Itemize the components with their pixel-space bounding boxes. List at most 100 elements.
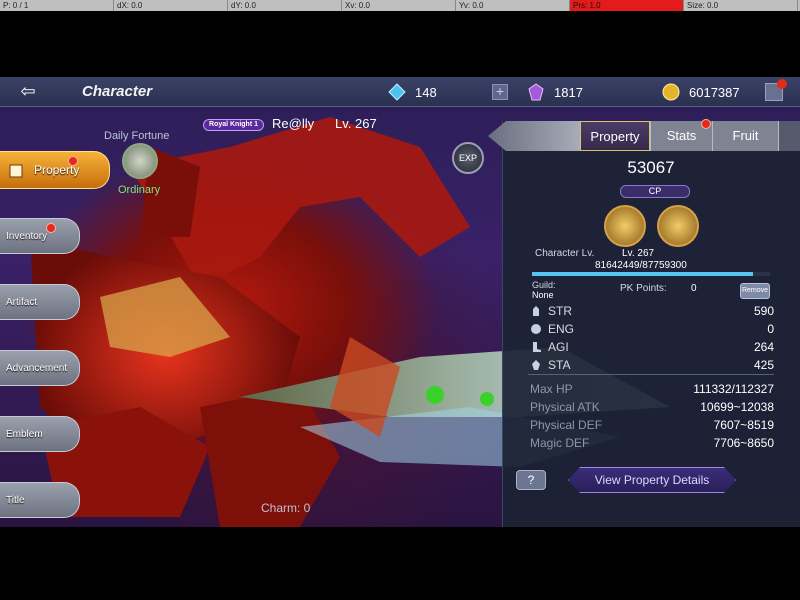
gold-currency: 6017387 [662,81,740,103]
fortune-status: Ordinary [118,184,161,196]
attr-value: 111332/112327 [693,382,774,396]
divider [528,374,774,375]
attr-name: Max HP [530,382,573,396]
tab-property[interactable]: Property [580,121,650,151]
debug-xv: Xv: 0.0 [342,0,456,11]
stamina-icon [532,360,540,370]
stat-row-sta: STA 425 [530,357,774,373]
player-name: Re@lly [272,116,315,131]
exp-progress-fill [532,272,754,276]
rank-emblem-icon[interactable] [604,205,646,247]
tab-fruit[interactable]: Fruit [712,121,778,151]
nav-artifact-label: Artifact [6,296,38,308]
guild-label: Guild: [532,280,556,290]
page-title: Character [82,83,153,100]
debug-dy: dY: 0.0 [228,0,342,11]
crystal-icon [528,83,544,101]
exp-text: 81642449/87759300 [595,260,687,271]
tab-fruit-label: Fruit [732,128,759,143]
inventory-badge [46,223,56,233]
top-bar: ⇦ Character 148 + 1817 6017387 [0,77,800,107]
stat-name: STA [548,358,571,372]
nav-artifact[interactable]: Artifact [0,284,80,320]
attr-row-physical-atk: Physical ATK 10699~12038 [530,399,774,415]
debug-yv: Yv: 0.0 [456,0,570,11]
screen: P: 0 / 1 dX: 0.0 dY: 0.0 Xv: 0.0 Yv: 0.0… [0,0,800,600]
notification-dot [777,79,787,89]
stat-value: 590 [753,304,774,318]
energy-icon [531,324,541,334]
player-level: Lv. 267 [335,116,377,131]
fortune-skull-icon[interactable] [122,143,158,179]
back-arrow-icon: ⇦ [20,81,36,101]
tab-stats-label: Stats [666,128,697,143]
stat-row-eng: ENG 0 [530,321,774,337]
stat-row-str: STR 590 [530,303,774,319]
pk-value: 0 [691,283,697,294]
stat-value: 0 [767,322,774,336]
stat-row-agi: AGI 264 [530,339,774,355]
remove-button[interactable]: Remove [740,283,770,299]
diamond-icon [388,83,406,101]
attr-value: 10699~12038 [700,400,774,414]
nav-title[interactable]: Title [0,482,80,518]
gold-coin-icon [662,83,680,101]
char-level-label: Character Lv. [535,248,595,259]
attr-name: Physical ATK [530,400,600,414]
stats-badge [701,119,711,129]
panel-tabs: Property Stats Fruit [488,119,800,151]
cp-label: CP [648,186,662,196]
attr-row-physical-def: Physical DEF 7607~8519 [530,417,774,433]
charm-value: Charm: 0 [261,501,311,515]
tab-left-arrow-icon[interactable] [488,121,580,151]
stat-value: 264 [753,340,774,354]
help-button[interactable]: ? [516,470,546,490]
debug-bar: P: 0 / 1 dX: 0.0 dY: 0.0 Xv: 0.0 Yv: 0.0… [0,0,800,11]
tab-scroll-right[interactable] [778,121,800,151]
diamond-currency: 148 [388,81,437,103]
nav-advancement-label: Advancement [6,362,68,374]
stat-name: ENG [548,322,575,336]
view-property-details-button[interactable]: View Property Details [568,467,736,493]
back-button[interactable]: ⇦ [8,80,48,104]
honor-emblem-icon[interactable] [657,205,699,247]
nav-title-label: Title [6,494,25,506]
shop-icon[interactable] [765,79,787,101]
stat-value: 425 [753,358,774,372]
tab-property-label: Property [590,129,640,144]
attr-name: Magic DEF [530,436,590,450]
nav-emblem[interactable]: Emblem [0,416,80,452]
guild-value: None [532,290,554,300]
attr-name: Physical DEF [530,418,603,432]
pk-label: PK Points: [620,283,667,294]
nav-emblem-label: Emblem [6,428,43,440]
debug-size: Size: 0.0 [684,0,798,11]
boot-icon [533,342,541,352]
property-badge [68,156,78,166]
attr-value: 7607~8519 [713,418,774,432]
nav-property[interactable]: Property [0,151,110,189]
diamond-amount: 148 [415,84,437,100]
attr-row-max-hp: Max HP 111332/112327 [530,381,774,397]
exp-button[interactable]: EXP [452,142,484,174]
rank-badge: Royal Knight 1 [203,119,265,131]
book-icon [9,164,23,178]
gem-amount: 1817 [554,84,583,100]
nav-advancement[interactable]: Advancement [0,350,80,386]
attr-value: 7706~8650 [713,436,774,450]
nav-inventory[interactable]: Inventory [0,218,80,254]
exp-progress-bar [532,272,770,276]
add-currency-button[interactable]: + [492,84,508,100]
daily-fortune-label: Daily Fortune [104,130,170,142]
debug-dx: dX: 0.0 [114,0,228,11]
gem-currency: 1817 [527,81,583,103]
debug-pressure: Prs: 1.0 [570,0,684,11]
strength-icon [533,306,539,316]
debug-pointer: P: 0 / 1 [0,0,114,11]
stat-name: STR [548,304,572,318]
char-level-value: Lv. 267 [622,248,655,259]
stat-name: AGI [548,340,569,354]
game-viewport: ⇦ Character 148 + 1817 6017387 Property … [0,77,800,527]
nav-inventory-label: Inventory [6,230,48,242]
tab-stats[interactable]: Stats [650,119,712,151]
